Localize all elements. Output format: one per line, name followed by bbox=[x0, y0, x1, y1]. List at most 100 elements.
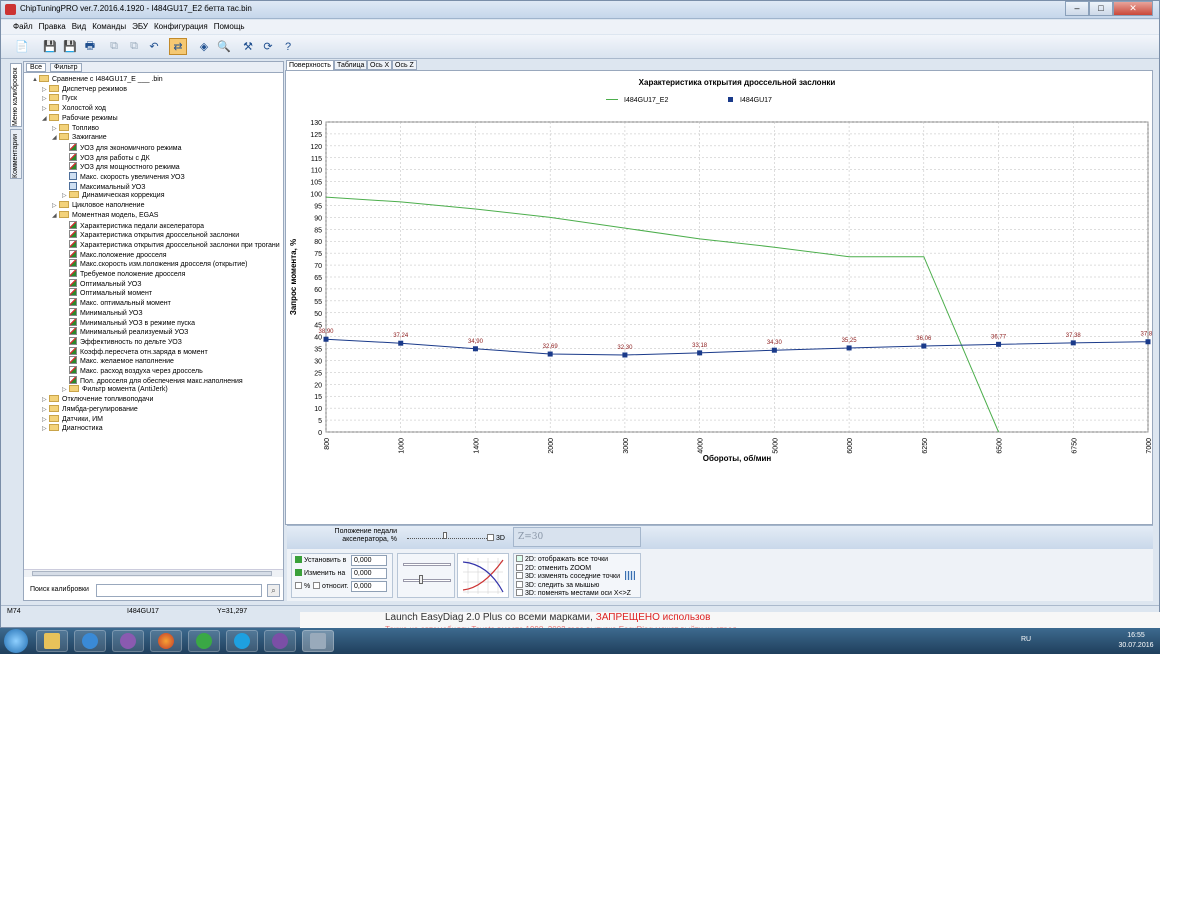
print-icon[interactable]: 🖶 bbox=[81, 38, 99, 55]
tree-item[interactable]: Максимальный УОЗ bbox=[62, 181, 145, 192]
expand-icon[interactable]: ▷ bbox=[42, 425, 49, 435]
tree-item[interactable]: Минимальный УОЗ в режиме пуска bbox=[62, 317, 195, 328]
tree-item[interactable]: Пол. дросселя для обеспечения макс.напол… bbox=[62, 375, 243, 386]
option-change-neighbors[interactable]: 3D: изменять соседние точки bbox=[516, 572, 620, 580]
tree-folder[interactable]: ▷ Датчики, ИМ bbox=[42, 414, 103, 425]
checkbox-3d[interactable]: 3D bbox=[487, 534, 505, 542]
tree-item[interactable]: УОЗ для работы с ДК bbox=[62, 152, 150, 163]
smooth-slider-1[interactable] bbox=[403, 563, 451, 566]
tree-folder[interactable]: ▷ Пуск bbox=[42, 94, 77, 104]
vtab-calibration-menu[interactable]: Меню калибровок bbox=[10, 63, 22, 127]
save-icon[interactable]: 💾 bbox=[41, 38, 59, 55]
tree-item[interactable]: Макс. желаемое наполнение bbox=[62, 356, 174, 366]
tree-item[interactable]: Макс.скорость изм.положения дросселя (от… bbox=[62, 259, 247, 269]
option-follow-mouse[interactable]: 3D: следить за мышью bbox=[516, 580, 599, 589]
tree-folder[interactable]: ▷ Динамическая коррекция bbox=[62, 191, 165, 201]
save-as-icon[interactable]: 💾 bbox=[61, 38, 79, 55]
tab-filter[interactable]: Фильтр bbox=[50, 63, 82, 72]
minimize-button[interactable]: – bbox=[1065, 1, 1089, 16]
menu-commands[interactable]: Команды bbox=[92, 20, 126, 34]
tree-item[interactable]: Оптимальный УОЗ bbox=[62, 278, 141, 289]
vertical-scrollbar[interactable] bbox=[1153, 59, 1159, 604]
tools-icon[interactable]: ⚒ bbox=[239, 38, 257, 55]
menu-help[interactable]: Помощь bbox=[214, 20, 245, 34]
compare-icon[interactable]: ⇄ bbox=[169, 38, 187, 55]
tree-folder[interactable]: ▲ Сравнение с I484GU17_E ___ .bin bbox=[32, 75, 163, 85]
tree-folder[interactable]: ▷ Диагностика bbox=[42, 424, 103, 434]
tree-folder[interactable]: ▷ Топливо bbox=[52, 123, 99, 134]
tree-folder[interactable]: ▷ Диспетчер режимов bbox=[42, 84, 127, 95]
start-button[interactable] bbox=[4, 629, 28, 653]
horizontal-scrollbar[interactable] bbox=[24, 569, 283, 577]
paste-icon[interactable]: ⧉ bbox=[125, 38, 143, 55]
explorer-icon[interactable] bbox=[36, 630, 68, 652]
tree-item[interactable]: УОЗ для мощностного режима bbox=[62, 162, 180, 172]
tab-surface[interactable]: Поверхность bbox=[286, 60, 334, 70]
tree-item[interactable]: Характеристика открытия дроссельной засл… bbox=[62, 230, 239, 240]
pedal-slider[interactable] bbox=[407, 537, 487, 539]
expand-icon[interactable]: ◢ bbox=[42, 115, 49, 125]
change-by-field[interactable]: 0,000 bbox=[351, 568, 387, 579]
tab-axis-z[interactable]: Ось Z bbox=[392, 60, 417, 70]
menu-file[interactable]: Файл bbox=[13, 20, 33, 34]
option-cancel-zoom[interactable]: 2D: отменить ZOOM bbox=[516, 563, 591, 572]
tree-item[interactable]: Макс. расход воздуха через дроссель bbox=[62, 366, 203, 376]
tree-item[interactable]: Минимальный реализуемый УОЗ bbox=[62, 327, 188, 337]
tree-item[interactable]: Требуемое положение дросселя bbox=[62, 269, 185, 279]
checksum-icon[interactable]: ◈ bbox=[195, 38, 213, 55]
expand-icon[interactable]: ▲ bbox=[32, 76, 39, 86]
percent-checkbox[interactable]: % bbox=[295, 582, 310, 590]
tree-folder[interactable]: ▷ Цикловое наполнение bbox=[52, 201, 144, 211]
tree-folder[interactable]: ▷ Фильтр момента (AntiJerk) bbox=[62, 385, 168, 395]
tree-folder[interactable]: ◢ Рабочие режимы bbox=[42, 113, 118, 125]
tree-item[interactable]: Характеристика педали акселератора bbox=[62, 220, 204, 231]
undo-icon[interactable]: ↶ bbox=[145, 38, 163, 55]
tree-folder[interactable]: ◢ Моментная модель, EGAS bbox=[52, 210, 158, 222]
expand-icon[interactable]: ◢ bbox=[52, 212, 59, 222]
tree-item[interactable]: Оптимальный момент bbox=[62, 288, 152, 298]
tree-item[interactable]: Макс. скорость увеличения УОЗ bbox=[62, 172, 185, 182]
copy-icon[interactable]: ⧉ bbox=[105, 38, 123, 55]
winamp-icon[interactable] bbox=[112, 630, 144, 652]
option-show-all-points[interactable]: 2D: отображать все точки bbox=[516, 555, 608, 563]
tree-item[interactable]: Характеристика открытия дроссельной засл… bbox=[62, 239, 280, 250]
set-to-field[interactable]: 0,000 bbox=[351, 555, 387, 566]
smooth-slider-2[interactable] bbox=[403, 579, 451, 582]
language-indicator[interactable]: RU bbox=[1021, 636, 1031, 643]
search-input[interactable] bbox=[96, 584, 262, 597]
menu-config[interactable]: Конфигурация bbox=[154, 20, 208, 34]
tree-item[interactable]: Эффективность по дельте УОЗ bbox=[62, 336, 182, 347]
clock[interactable]: 16:55 30.07.2016 bbox=[1116, 631, 1156, 651]
vtab-comments[interactable]: Комментарии bbox=[10, 129, 22, 179]
viber-icon[interactable] bbox=[264, 630, 296, 652]
menu-edit[interactable]: Правка bbox=[39, 20, 66, 34]
curve-preview-icon[interactable] bbox=[457, 553, 509, 598]
option-swap-axes[interactable]: 3D: поменять местами оси X<>Z bbox=[516, 589, 631, 597]
help-icon[interactable]: ? bbox=[279, 38, 297, 55]
skype-icon[interactable] bbox=[226, 630, 258, 652]
tree-item[interactable]: Макс. оптимальный момент bbox=[62, 298, 171, 308]
tree-folder[interactable]: ▷ Холостой ход bbox=[42, 104, 106, 114]
tree-item[interactable]: УОЗ для экономичного режима bbox=[62, 142, 181, 153]
tree-folder[interactable]: ▷ Отключение топливоподачи bbox=[42, 395, 153, 405]
grid-icon[interactable] bbox=[625, 571, 635, 580]
set-to-button[interactable]: Установить в bbox=[295, 556, 346, 564]
tab-axis-x[interactable]: Ось X bbox=[367, 60, 393, 70]
tree-folder[interactable]: ▷ Лямбда-регулирование bbox=[42, 404, 138, 415]
maximize-button[interactable]: □ bbox=[1089, 1, 1113, 16]
media-player-icon[interactable] bbox=[74, 630, 106, 652]
new-icon[interactable]: 📄 bbox=[13, 38, 31, 55]
expand-icon[interactable]: ◢ bbox=[52, 134, 59, 144]
change-by-button[interactable]: Изменить на bbox=[295, 569, 345, 577]
menu-view[interactable]: Вид bbox=[72, 20, 86, 34]
chiptuning-taskbar-icon[interactable] bbox=[302, 630, 334, 652]
firefox-icon[interactable] bbox=[150, 630, 182, 652]
mail-agent-icon[interactable] bbox=[188, 630, 220, 652]
search-icon[interactable]: ⌕ bbox=[267, 584, 280, 597]
close-button[interactable]: ✕ bbox=[1113, 1, 1153, 16]
tree-folder[interactable]: ◢ Зажигание bbox=[52, 133, 107, 143]
search-map-icon[interactable]: 🔍 bbox=[215, 38, 233, 55]
relative-field[interactable]: 0,000 bbox=[351, 581, 387, 592]
tab-all[interactable]: Все bbox=[26, 63, 47, 72]
tree-item[interactable]: Коэфф.пересчета отн.заряда в момент bbox=[62, 346, 208, 357]
